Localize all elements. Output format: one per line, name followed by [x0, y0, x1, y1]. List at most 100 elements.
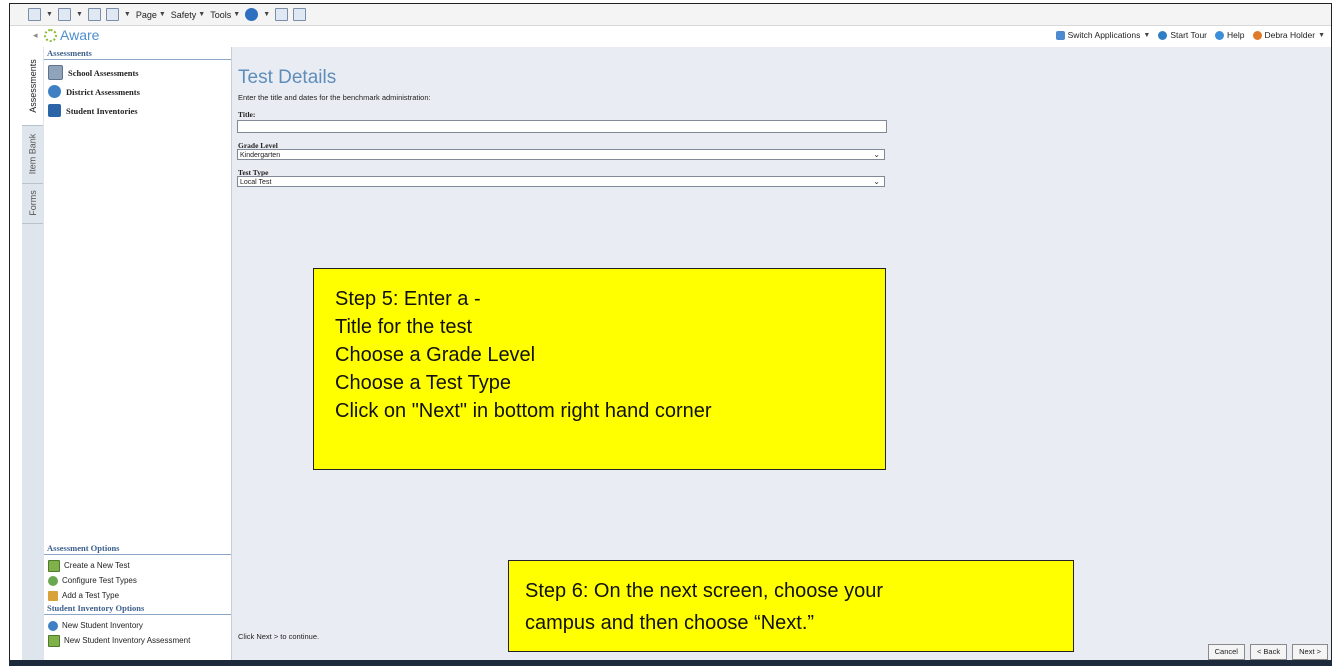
safety-menu-label: Safety: [170, 9, 197, 20]
add-test-type-link[interactable]: Add a Test Type: [44, 588, 231, 603]
tools-menu-label: Tools: [210, 9, 232, 20]
logo-text: Aware: [60, 27, 100, 43]
page-menu[interactable]: Page ▼: [136, 10, 166, 20]
callout-line: Choose a Grade Level: [335, 344, 536, 366]
assessments-section-header: Assessments: [44, 48, 231, 60]
mail-icon[interactable]: [87, 8, 101, 21]
options-panel: Assessment Options Create a New Test Con…: [44, 543, 231, 648]
tab-forms[interactable]: Forms: [22, 183, 43, 224]
tab-item-bank[interactable]: Item Bank: [22, 125, 43, 184]
help-icon[interactable]: [245, 8, 259, 21]
sidebar-item-label: District Assessments: [66, 86, 140, 97]
tour-icon: [1158, 30, 1168, 40]
add-icon: [48, 590, 58, 601]
test-type-value: Local Test: [240, 179, 272, 186]
create-new-test-link[interactable]: Create a New Test: [44, 558, 231, 573]
configure-test-types-link[interactable]: Configure Test Types: [44, 573, 231, 588]
grade-level-select[interactable]: Kindergarten ⌄: [237, 149, 885, 160]
grade-level-value: Kindergarten: [240, 152, 281, 159]
chevron-down-icon: ▼: [1143, 31, 1151, 39]
globe-icon: [48, 85, 61, 98]
title-label: Title:: [238, 110, 256, 119]
grid-icon: [48, 65, 63, 80]
header-links: Switch Applications ▼ Start Tour Help Deb…: [1055, 30, 1325, 40]
user-name: Debra Holder: [1264, 30, 1316, 40]
chevron-down-icon[interactable]: ▼: [46, 11, 53, 18]
page-title: Test Details: [238, 67, 337, 88]
step6-callout: Step 6: On the next screen, choose your …: [508, 560, 1074, 652]
tab-assessments-label: Assessments: [27, 59, 38, 113]
start-tour-link[interactable]: Start Tour: [1158, 30, 1207, 40]
book-icon: [48, 104, 61, 117]
assessment-options-header: Assessment Options: [44, 543, 231, 555]
browser-command-bar: ▼ ▼ ▼ Page ▼ Safety ▼ Tools ▼ ▼: [10, 4, 1331, 26]
sidebar-item-student-inventories[interactable]: Student Inventories: [44, 101, 231, 120]
help-link[interactable]: Help: [1215, 30, 1245, 40]
chevron-down-icon: ▼: [1318, 31, 1325, 39]
tab-forms-label: Forms: [27, 190, 38, 216]
chevron-down-icon: ⌄: [873, 150, 880, 159]
chevron-down-icon: ▼: [198, 11, 206, 18]
inventory-icon: [48, 620, 58, 631]
user-icon: [1252, 30, 1262, 40]
test-type-select[interactable]: Local Test ⌄: [237, 176, 885, 187]
callout-line: Step 5: Enter a -: [335, 288, 481, 310]
aware-logo: Aware: [44, 27, 99, 43]
app-header: ◂ Aware Switch Applications ▼ Start Tour …: [10, 26, 1331, 46]
callout-line: Choose a Test Type: [335, 372, 512, 394]
page-menu-label: Page: [135, 9, 157, 20]
new-student-inventory-link[interactable]: New Student Inventory: [44, 618, 231, 633]
chevron-down-icon: ⌄: [873, 177, 880, 186]
callout-line: Click on "Next" in bottom right hand cor…: [335, 400, 712, 422]
chevron-down-icon[interactable]: ▼: [124, 11, 131, 18]
option-label: Create a New Test: [64, 561, 130, 570]
callout-line: campus and then choose “Next.”: [525, 612, 815, 634]
chevron-down-icon: ▼: [233, 11, 241, 18]
student-inventory-options-header: Student Inventory Options: [44, 603, 231, 615]
research-icon[interactable]: [275, 8, 289, 21]
start-tour-label: Start Tour: [1170, 30, 1208, 40]
sidebar-item-school-assessments[interactable]: School Assessments: [44, 63, 231, 82]
tools-menu[interactable]: Tools ▼: [210, 10, 240, 20]
next-button[interactable]: Next >: [1292, 644, 1328, 660]
vertical-tab-strip: Assessments Item Bank Forms: [22, 47, 45, 664]
callout-line: Step 6: On the next screen, choose your: [525, 580, 883, 602]
option-label: New Student Inventory Assessment: [64, 636, 191, 645]
continue-hint: Click Next > to continue.: [238, 632, 320, 641]
instructions-text: Enter the title and dates for the benchm…: [238, 93, 431, 102]
safety-menu[interactable]: Safety ▼: [171, 10, 205, 20]
callout-line: Title for the test: [335, 316, 473, 338]
configure-icon: [48, 575, 58, 586]
home-icon[interactable]: [28, 8, 41, 21]
tab-item-bank-label: Item Bank: [27, 133, 38, 175]
help-icon: [1215, 30, 1225, 40]
sidebar-item-label: Student Inventories: [66, 105, 138, 116]
back-button[interactable]: < Back: [1249, 644, 1288, 660]
sidebar: Assessments School Assessments District …: [44, 47, 232, 664]
option-label: Configure Test Types: [62, 576, 137, 585]
extension-icon[interactable]: [293, 8, 307, 21]
title-input[interactable]: [237, 120, 887, 133]
sidebar-item-district-assessments[interactable]: District Assessments: [44, 82, 231, 101]
option-label: Add a Test Type: [62, 591, 120, 600]
new-document-icon: [48, 634, 60, 647]
cancel-button[interactable]: Cancel: [1207, 644, 1245, 660]
chevron-down-icon[interactable]: ▼: [76, 11, 83, 18]
tab-assessments[interactable]: Assessments: [22, 47, 43, 126]
chevron-down-icon: ▼: [158, 11, 166, 18]
option-label: New Student Inventory: [62, 621, 143, 630]
feeds-icon[interactable]: [57, 8, 71, 21]
wizard-buttons: Cancel < Back Next >: [1207, 644, 1328, 660]
help-label: Help: [1227, 30, 1245, 40]
switch-apps-label: Switch Applications: [1067, 30, 1141, 40]
user-menu[interactable]: Debra Holder ▼: [1252, 30, 1325, 40]
chevron-down-icon[interactable]: ▼: [263, 11, 270, 18]
step5-callout: Step 5: Enter a - Title for the test Cho…: [313, 268, 886, 470]
new-document-icon: [48, 559, 60, 572]
collapse-arrow-icon[interactable]: ◂: [33, 30, 38, 41]
switch-applications-link[interactable]: Switch Applications ▼: [1055, 30, 1151, 40]
print-icon[interactable]: [105, 8, 119, 21]
new-student-inventory-assessment-link[interactable]: New Student Inventory Assessment: [44, 633, 231, 648]
switch-apps-icon: [1055, 30, 1065, 40]
aware-logo-icon: [44, 28, 57, 42]
